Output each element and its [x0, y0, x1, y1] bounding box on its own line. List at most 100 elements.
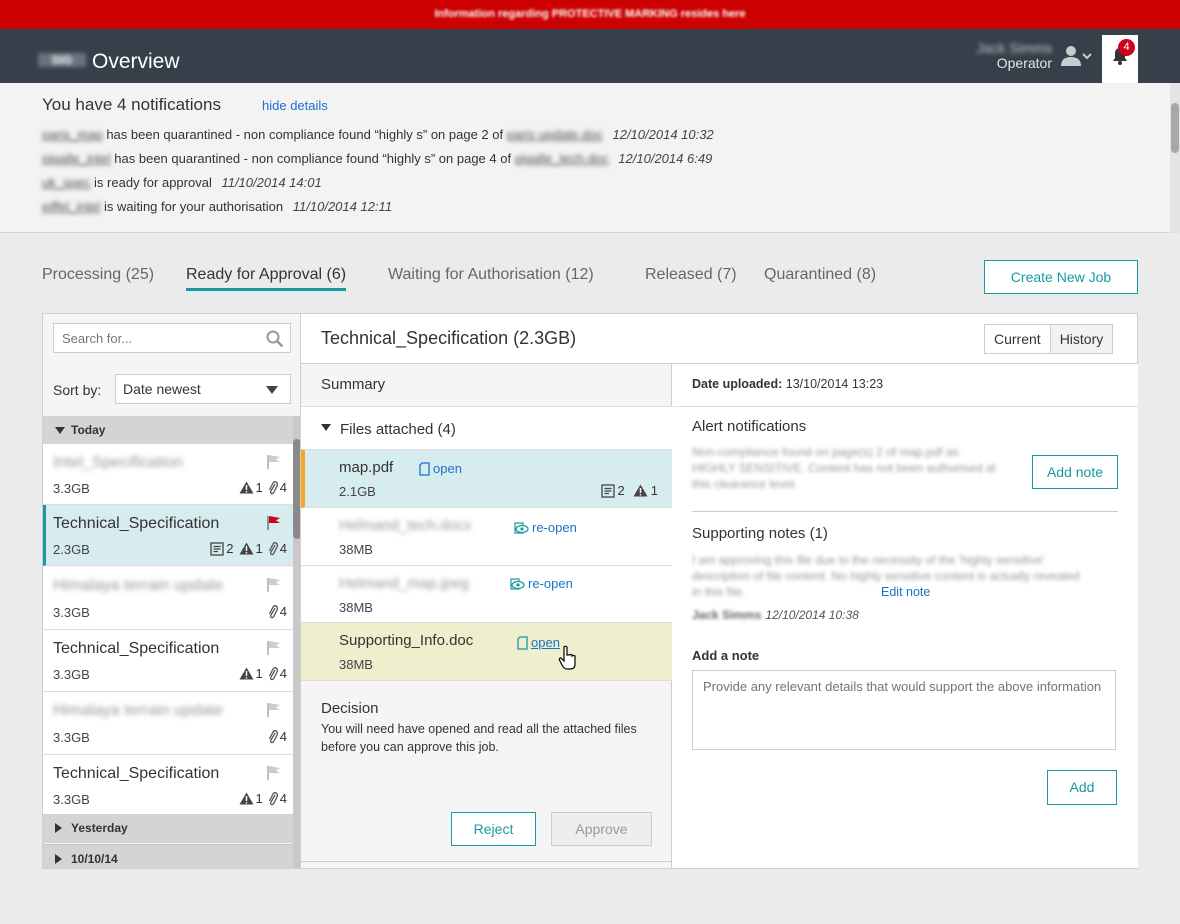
notification-subject-link[interactable]: pigalle_intel: [42, 151, 111, 166]
notification-text: is ready for approval: [94, 175, 212, 190]
hide-details-link[interactable]: hide details: [262, 98, 328, 113]
approve-button[interactable]: Approve: [551, 812, 652, 846]
file-row[interactable]: Helmand_map.jpeg 38MB re-open: [301, 566, 672, 623]
paperclip-icon: [268, 604, 278, 618]
job-meta: 2 1 4: [210, 541, 287, 556]
job-size: 2.3GB: [53, 542, 90, 557]
supporting-notes-heading: Supporting notes (1): [692, 525, 828, 542]
sort-select[interactable]: Date newest: [115, 374, 291, 404]
file-row-selected[interactable]: map.pdf 2.1GB open 2 1: [301, 450, 672, 508]
tab-released[interactable]: Released (7): [645, 266, 737, 284]
job-list-scrollbar-thumb[interactable]: [293, 439, 300, 539]
job-list-item-selected[interactable]: Technical_Specification 2.3GB 2 1 4: [43, 505, 293, 566]
notifications-scrollbar-thumb[interactable]: [1171, 103, 1179, 153]
job-list-item[interactable]: Technical_Specification 3.3GB 1 4: [43, 630, 293, 692]
job-size: 3.3GB: [53, 792, 90, 807]
job-list-item[interactable]: Himalaya terrain update 3.3GB 4: [43, 692, 293, 755]
files-attached-header[interactable]: Files attached (4): [301, 406, 672, 450]
file-meta: 2 1: [600, 483, 658, 498]
reject-button[interactable]: Reject: [451, 812, 536, 846]
paperclip-icon: [268, 480, 278, 494]
attachment-count-value: 4: [279, 791, 287, 806]
group-header-10-10-14[interactable]: 10/10/14: [43, 844, 293, 868]
note-author-name: Jack Simms: [692, 608, 762, 622]
attachment-count-value: 4: [279, 604, 287, 619]
tab-quarantined[interactable]: Quarantined (8): [764, 266, 876, 284]
search-icon[interactable]: [266, 330, 284, 348]
job-name: Technical_Specification: [53, 640, 220, 657]
edit-note-link[interactable]: Edit note: [881, 585, 930, 599]
user-name: Jack Simms: [976, 40, 1052, 56]
reopen-file-link[interactable]: re-open: [513, 520, 577, 535]
flag-icon[interactable]: [267, 640, 281, 656]
notification-subject-link[interactable]: uk_spec: [42, 175, 90, 190]
alert-count-value: 1: [255, 666, 263, 681]
paperclip-icon: [268, 541, 278, 555]
alert-count: 1: [633, 483, 658, 498]
note-textarea[interactable]: [692, 670, 1116, 750]
notification-text: has been quarantined - non compliance fo…: [106, 127, 504, 142]
user-menu-icon[interactable]: [1060, 45, 1094, 67]
paperclip-icon: [268, 666, 278, 680]
alert-count-value: 1: [255, 480, 263, 495]
open-file-link[interactable]: open: [517, 635, 560, 650]
job-meta: 1 4: [239, 791, 287, 806]
attachment-count: 4: [268, 791, 287, 806]
notification-subject-link[interactable]: eiffel_intel: [42, 199, 100, 214]
file-size: 38MB: [339, 542, 373, 557]
search-input[interactable]: [54, 324, 254, 352]
group-header-today[interactable]: Today: [43, 416, 293, 444]
flag-icon[interactable]: [267, 454, 281, 470]
date-uploaded-value: 13/10/2014 13:23: [785, 377, 884, 391]
job-list-item[interactable]: Technical_Specification 3.3GB 1 4: [43, 755, 293, 816]
attachment-count: 4: [268, 729, 287, 744]
notification-date: 12/10/2014 6:49: [618, 151, 713, 166]
file-row-hovered[interactable]: Supporting_Info.doc 38MB open: [301, 623, 672, 681]
triangle-down-icon: [321, 424, 331, 431]
job-list-item[interactable]: Himalaya terrain update 3.3GB 4: [43, 567, 293, 630]
divider: [692, 511, 1118, 512]
divider: [673, 406, 1138, 407]
tab-ready-for-approval[interactable]: Ready for Approval (6): [186, 266, 347, 291]
search-box: [53, 323, 291, 353]
notification-file-link[interactable]: pigalle_tech.doc: [515, 151, 609, 166]
reopen-file-link[interactable]: re-open: [509, 576, 573, 591]
attachment-count-value: 4: [279, 541, 287, 556]
create-new-job-button[interactable]: Create New Job: [984, 260, 1138, 294]
file-row[interactable]: Helmand_tech.docx 38MB re-open: [301, 508, 672, 566]
protective-marking-banner: Information regarding PROTECTIVE MARKING…: [0, 0, 1180, 29]
file-size: 2.1GB: [339, 484, 376, 499]
flag-icon[interactable]: [267, 702, 281, 718]
file-name: map.pdf: [339, 459, 394, 476]
flag-icon[interactable]: [267, 515, 281, 531]
history-view-button[interactable]: History: [1050, 325, 1113, 353]
alert-count: 1: [239, 480, 263, 495]
job-name: Himalaya terrain update: [53, 577, 223, 594]
attachment-count-value: 4: [279, 729, 287, 744]
document-icon: [600, 483, 615, 498]
alert-notifications-heading: Alert notifications: [692, 418, 807, 435]
job-detail: Technical_Specification (2.3GB) Current …: [301, 314, 1138, 868]
current-view-button[interactable]: Current: [985, 325, 1051, 353]
notification-subject-link[interactable]: paris_map: [42, 127, 103, 142]
job-name: Intel_Specification: [53, 454, 183, 471]
notification-date: 11/10/2014 14:01: [221, 175, 322, 190]
triangle-right-icon: [55, 823, 62, 833]
alert-count: 1: [239, 666, 263, 681]
add-note-button[interactable]: Add note: [1032, 455, 1118, 489]
tab-processing[interactable]: Processing (25): [42, 266, 154, 284]
file-name: Helmand_map.jpeg: [339, 575, 470, 592]
tab-waiting-for-authorisation[interactable]: Waiting for Authorisation (12): [388, 266, 594, 284]
triangle-down-icon: [55, 427, 65, 434]
summary-heading: Summary: [321, 376, 386, 393]
flag-icon[interactable]: [267, 765, 281, 781]
logo-text: SIG: [51, 53, 73, 67]
open-file-link[interactable]: open: [419, 461, 462, 476]
notifications-title: You have 4 notifications: [42, 95, 221, 114]
job-list-item[interactable]: Intel_Specification 3.3GB 1 4: [43, 444, 293, 505]
notification-file-link[interactable]: paris update.doc: [507, 127, 603, 142]
note-count: 2: [600, 483, 625, 498]
group-header-yesterday[interactable]: Yesterday: [43, 814, 293, 843]
flag-icon[interactable]: [267, 577, 281, 593]
add-button[interactable]: Add: [1047, 770, 1117, 805]
